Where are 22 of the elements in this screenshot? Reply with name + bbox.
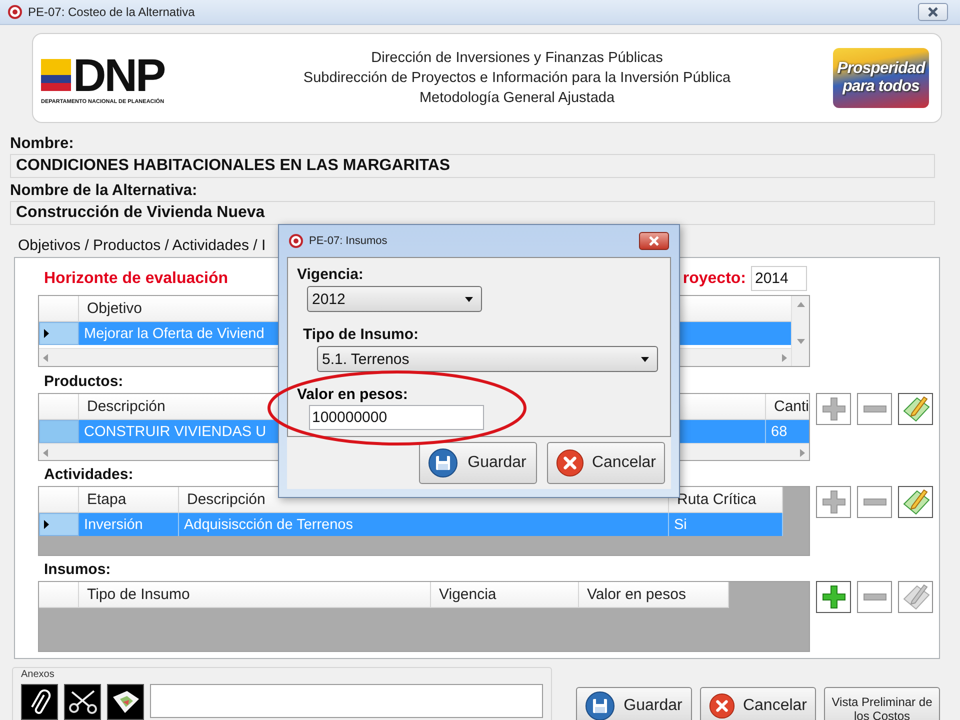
section-label: Productos: [44, 373, 124, 390]
header-line: Dirección de Inversiones y Finanzas Públicas [371, 49, 663, 68]
table-cell: Inversión [79, 513, 179, 536]
section-title: Horizonte de evaluación [43, 270, 228, 288]
field-label: Nombre: [10, 135, 75, 154]
header-line: Metodología General Ajustada [419, 89, 615, 108]
group-label: Anexos [21, 669, 56, 680]
field-label: royecto: [682, 270, 746, 288]
table-cell: Adquisiscción de Terrenos [179, 513, 669, 536]
slogan-text: para todos [842, 78, 920, 96]
field-label: Tipo de Insumo: [303, 326, 420, 343]
header-line: Subdirección de Proyectos e Información para la Inversión Pública [303, 69, 731, 88]
section-label: Insumos: [44, 561, 111, 578]
field-label: Valor en pesos: [297, 386, 409, 403]
window-title: PE-07: Costeo de la Alternativa [28, 5, 196, 19]
logo-text: DNP [73, 51, 164, 99]
section-label: Actividades: [44, 466, 134, 483]
dialog-title: PE-07: Insumos [309, 235, 388, 247]
field-label: Vigencia: [297, 266, 364, 283]
slogan-text: Prosperidad [837, 60, 925, 78]
field-label: Nombre de la Alternativa: [10, 182, 198, 201]
table-cell: Si [669, 513, 783, 536]
